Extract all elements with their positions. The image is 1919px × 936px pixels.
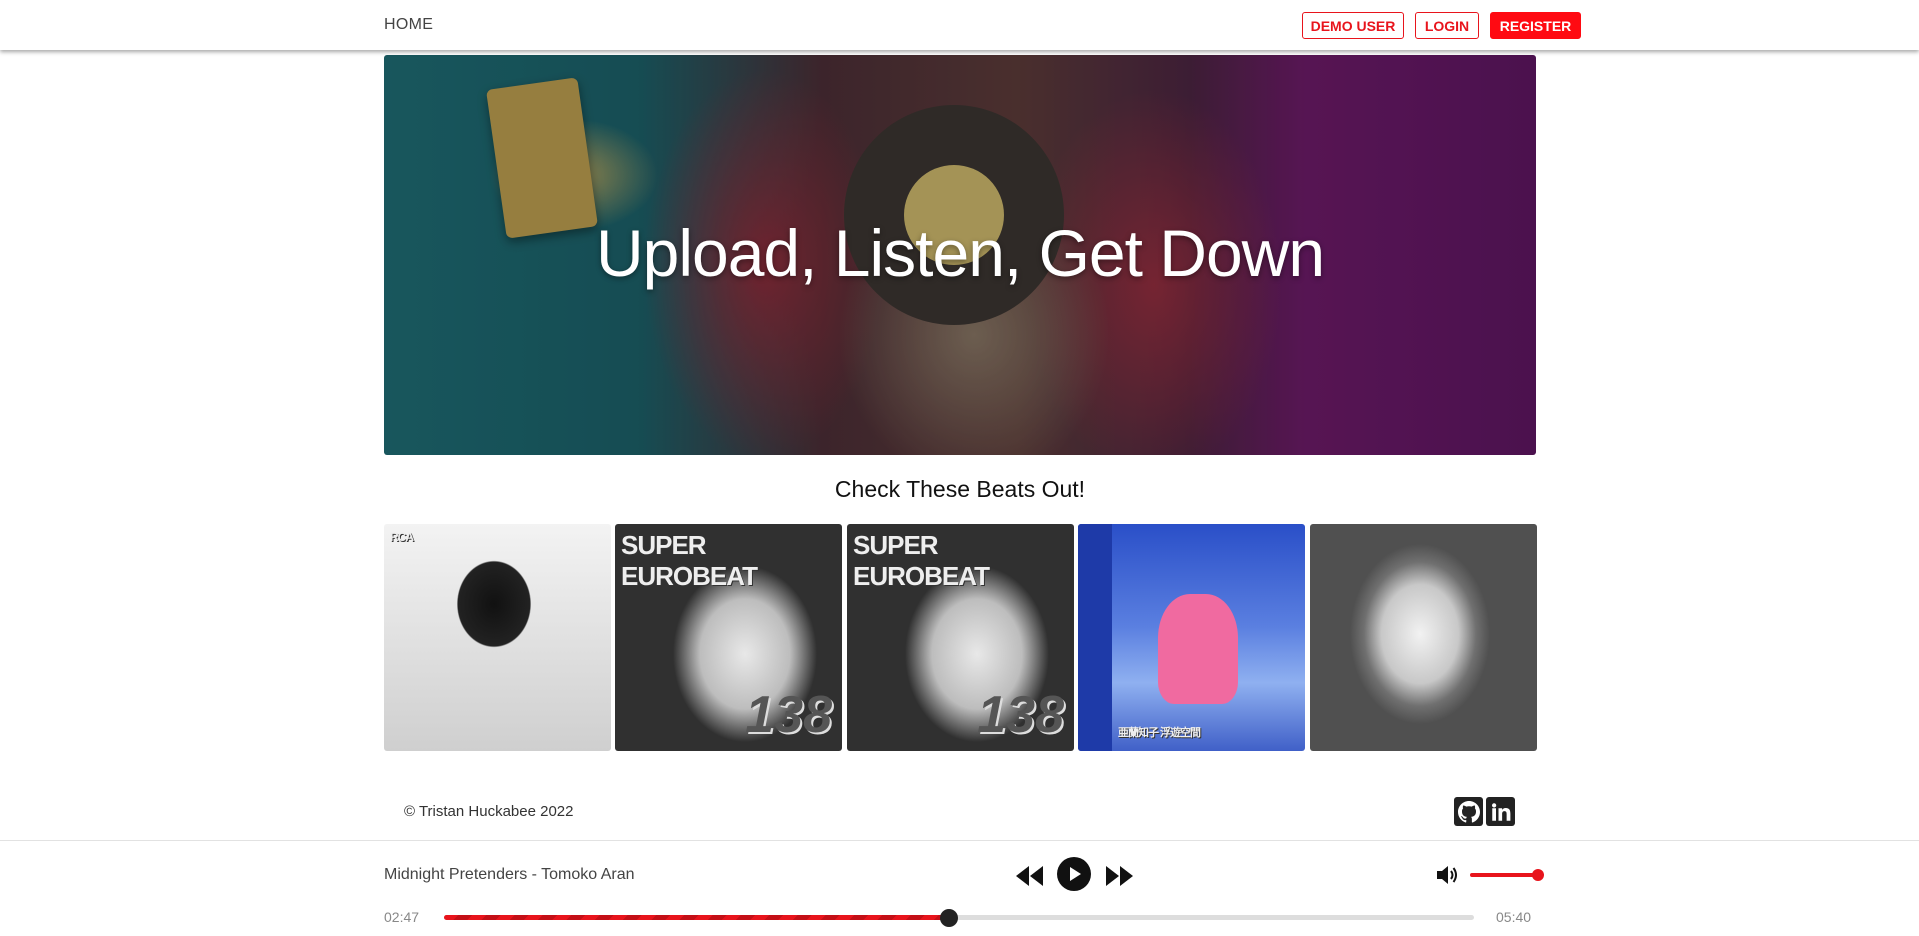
hero-title: Upload, Listen, Get Down — [595, 216, 1325, 290]
elapsed-time: 02:47 — [384, 909, 420, 925]
song-cover-5[interactable] — [1310, 524, 1537, 751]
volume-icon[interactable] — [1437, 865, 1459, 885]
progress-fill — [444, 915, 949, 920]
footer-divider — [0, 840, 1919, 841]
home-link[interactable]: HOME — [384, 16, 433, 34]
cover-4-strip — [1078, 524, 1112, 751]
cover-4-text: 亜蘭知子 浮遊空間 — [1118, 727, 1201, 739]
rewind-icon[interactable] — [1016, 866, 1044, 886]
cover-4-figure — [1158, 594, 1238, 704]
cover-3-text: SUPER EUROBEAT — [853, 530, 990, 591]
login-button[interactable]: LOGIN — [1415, 12, 1479, 39]
cover-1-text: RCA — [390, 530, 414, 544]
linkedin-icon[interactable] — [1486, 797, 1515, 826]
copyright-text: © Tristan Huckabee 2022 — [404, 803, 574, 820]
play-button[interactable] — [1057, 857, 1091, 891]
cover-2-text: SUPER EUROBEAT — [621, 530, 758, 591]
progress-thumb[interactable] — [939, 909, 958, 927]
song-cover-4[interactable]: 亜蘭知子 浮遊空間 — [1078, 524, 1305, 751]
demo-user-button[interactable]: DEMO USER — [1302, 12, 1404, 39]
register-button[interactable]: REGISTER — [1490, 12, 1581, 39]
now-playing-track: Midnight Pretenders - Tomoko Aran — [384, 866, 635, 883]
song-cover-2[interactable]: SUPER EUROBEAT 138 — [615, 524, 842, 751]
cover-3-number: 138 — [977, 686, 1064, 744]
song-cover-3[interactable]: SUPER EUROBEAT 138 — [847, 524, 1074, 751]
play-icon — [1070, 867, 1081, 881]
hero-banner: Upload, Listen, Get Down — [384, 55, 1536, 455]
top-navbar: HOME DEMO USER LOGIN REGISTER — [0, 0, 1919, 50]
song-cover-1[interactable]: RCA — [384, 524, 611, 751]
fast-forward-icon[interactable] — [1105, 866, 1133, 886]
section-title: Check These Beats Out! — [834, 476, 1086, 502]
total-duration: 05:40 — [1496, 909, 1532, 925]
volume-slider-thumb[interactable] — [1532, 869, 1544, 881]
progress-bar[interactable] — [444, 909, 1474, 927]
cover-2-number: 138 — [745, 686, 832, 744]
github-icon[interactable] — [1454, 797, 1483, 826]
volume-slider-track[interactable] — [1470, 873, 1538, 877]
